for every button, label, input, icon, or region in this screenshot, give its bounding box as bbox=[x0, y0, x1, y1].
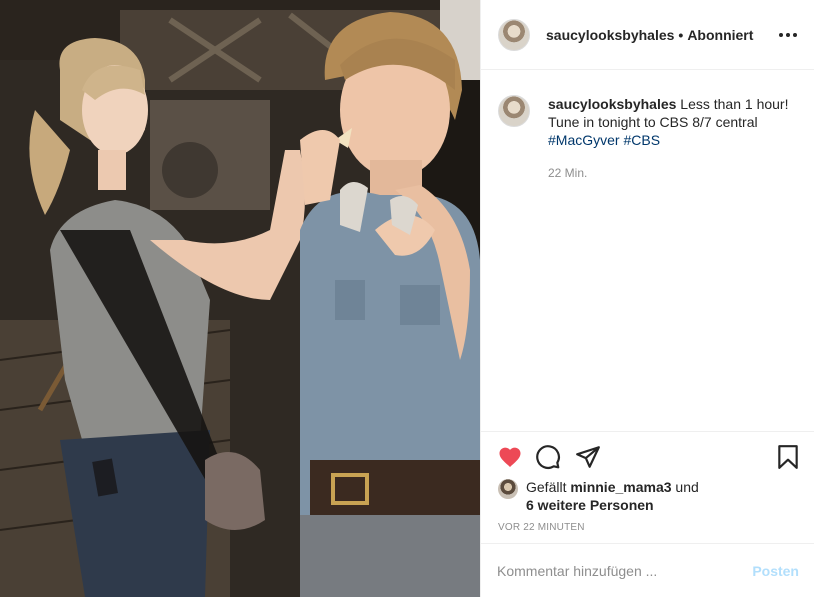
likes-prefix: Gefällt bbox=[526, 479, 567, 495]
post-timestamp[interactable]: VOR 22 MINUTEN bbox=[498, 522, 585, 533]
paper-plane-icon[interactable] bbox=[575, 444, 601, 470]
caption-body: saucylooksbyhales Less than 1 hour! Tune… bbox=[548, 95, 798, 182]
comment-composer: Posten bbox=[481, 543, 814, 597]
heart-icon[interactable] bbox=[497, 444, 523, 470]
caption-timestamp[interactable]: 22 Min. bbox=[548, 164, 798, 182]
more-options-icon[interactable] bbox=[779, 26, 799, 42]
follow-status-button[interactable]: Abonniert bbox=[687, 27, 753, 43]
bookmark-icon[interactable] bbox=[775, 444, 801, 470]
likes-text: Gefällt minnie_mama3 und 6 weitere Perso… bbox=[526, 478, 699, 514]
post-photo[interactable] bbox=[0, 0, 480, 597]
header-separator: • bbox=[678, 26, 684, 43]
caption-username[interactable]: saucylooksbyhales bbox=[548, 96, 676, 112]
action-bar bbox=[497, 444, 803, 470]
likes-joiner: und bbox=[675, 479, 699, 495]
comment-icon[interactable] bbox=[535, 444, 561, 470]
post-comment-button[interactable]: Posten bbox=[752, 563, 799, 579]
liker-avatar[interactable] bbox=[498, 479, 518, 499]
comment-input[interactable] bbox=[497, 562, 753, 579]
hashtag-link[interactable]: #MacGyver bbox=[548, 132, 620, 148]
likes-summary: Gefällt minnie_mama3 und 6 weitere Perso… bbox=[498, 478, 699, 514]
liker-username[interactable]: minnie_mama3 bbox=[570, 479, 671, 495]
post-photo-illustration bbox=[0, 0, 480, 597]
post-sidebar: saucylooksbyhales • Abonniert saucylooks… bbox=[480, 0, 814, 597]
other-likers-link[interactable]: 6 weitere Personen bbox=[526, 497, 654, 513]
author-avatar[interactable] bbox=[498, 18, 530, 51]
hashtag-link[interactable]: #CBS bbox=[623, 132, 660, 148]
author-username[interactable]: saucylooksbyhales bbox=[546, 27, 674, 43]
caption-avatar[interactable] bbox=[498, 95, 530, 127]
post-header: saucylooksbyhales • Abonniert bbox=[481, 0, 814, 70]
caption-comment: saucylooksbyhales Less than 1 hour! Tune… bbox=[498, 95, 798, 182]
